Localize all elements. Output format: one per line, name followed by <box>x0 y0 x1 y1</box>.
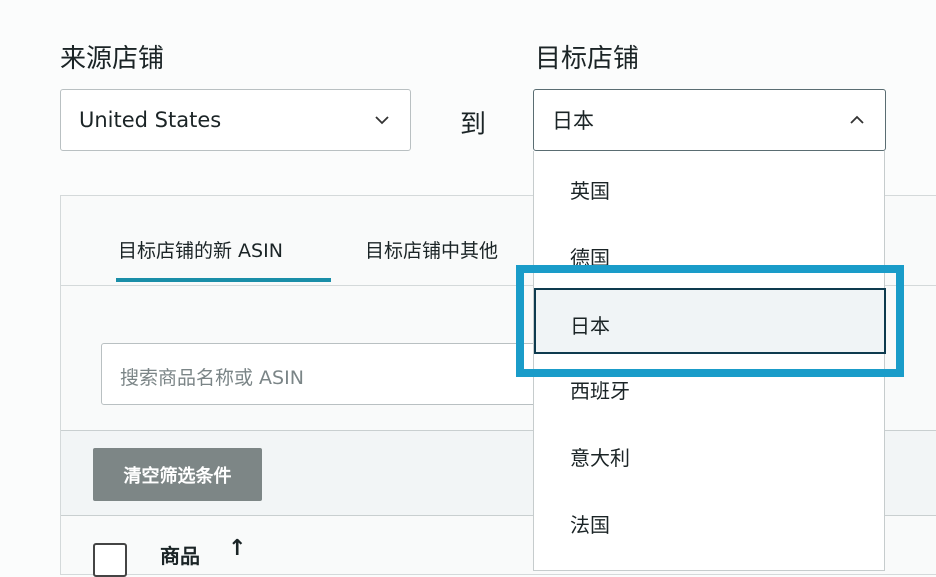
target-store-label: 目标店铺 <box>535 44 640 74</box>
option-spain[interactable]: 西班牙 <box>570 375 630 404</box>
clear-filters-button[interactable]: 清空筛选条件 <box>93 448 262 501</box>
target-store-value: 日本 <box>552 109 594 133</box>
highlight-box <box>516 265 904 377</box>
select-all-checkbox[interactable] <box>93 543 127 577</box>
source-store-label: 来源店铺 <box>60 44 165 74</box>
tab-other[interactable]: 目标店铺中其他 <box>365 236 498 263</box>
source-store-select[interactable]: United States <box>60 89 411 151</box>
chevron-down-icon <box>375 116 389 125</box>
sort-arrow-icon[interactable]: ↑ <box>228 536 246 561</box>
tab-new-asin[interactable]: 目标店铺的新 ASIN <box>118 236 283 263</box>
chevron-up-icon <box>850 115 864 124</box>
product-column-header[interactable]: 商品 <box>160 540 200 569</box>
target-store-select[interactable]: 日本 <box>533 89 886 151</box>
source-store-value: United States <box>79 108 222 132</box>
to-label: 到 <box>460 110 487 140</box>
option-italy[interactable]: 意大利 <box>570 442 630 471</box>
option-france[interactable]: 法国 <box>570 509 610 538</box>
search-input[interactable]: 搜索商品名称或 ASIN <box>101 343 561 405</box>
tab-active-underline <box>116 278 331 282</box>
option-uk[interactable]: 英国 <box>570 175 610 204</box>
